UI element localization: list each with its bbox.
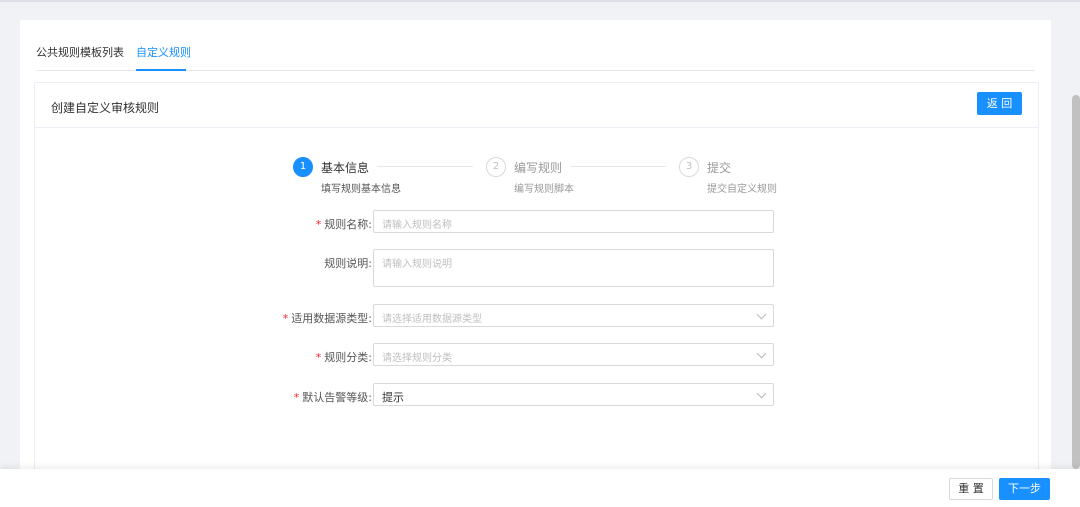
window-top-border (0, 0, 1080, 2)
tab-bar: 公共规则模板列表 自定义规则 (36, 44, 1035, 71)
required-mark: * (282, 312, 289, 325)
required-mark: * (315, 351, 322, 364)
alert-level-label: * 默认告警等级: (293, 391, 372, 404)
next-step-button[interactable]: 下一步 (999, 478, 1050, 500)
reset-button[interactable]: 重 置 (949, 478, 993, 500)
alert-level-value: 提示 (382, 391, 404, 404)
step-connector-2 (570, 166, 666, 167)
rule-desc-label: 规则说明: (324, 257, 372, 270)
required-mark: * (315, 218, 322, 231)
step-1-number: 1 (293, 157, 313, 177)
rule-desc-placeholder: 请输入规则说明 (382, 259, 452, 270)
active-tab-indicator (136, 69, 186, 71)
main-panel: 公共规则模板列表 自定义规则 创建自定义审核规则 返 回 1 基本信息 填写规则… (20, 20, 1051, 494)
step-connector-1 (377, 166, 473, 167)
rule-category-select[interactable]: 请选择规则分类 (373, 343, 774, 366)
step-2-desc: 编写规则脚本 (514, 184, 574, 195)
step-3-title: 提交 (707, 161, 732, 175)
rule-name-input[interactable]: 请输入规则名称 (373, 210, 774, 233)
rule-name-placeholder: 请输入规则名称 (382, 220, 452, 231)
rule-desc-textarea[interactable]: 请输入规则说明 (373, 249, 774, 287)
rule-name-label: * 规则名称: (315, 218, 372, 231)
create-rule-card: 创建自定义审核规则 返 回 1 基本信息 填写规则基本信息 2 编写规则 编写规… (34, 82, 1039, 494)
datasource-type-label: * 适用数据源类型: (282, 312, 372, 325)
rule-category-placeholder: 请选择规则分类 (382, 353, 452, 364)
card-title: 创建自定义审核规则 (51, 101, 160, 115)
datasource-type-placeholder: 请选择适用数据源类型 (382, 314, 482, 325)
step-2-number: 2 (486, 157, 506, 177)
step-1-title: 基本信息 (321, 161, 370, 175)
rule-category-label: * 规则分类: (315, 351, 372, 364)
chevron-down-icon (756, 388, 767, 399)
chevron-down-icon (756, 309, 767, 320)
chevron-down-icon (756, 348, 767, 359)
step-3-number: 3 (679, 157, 699, 177)
page-scrollbar[interactable] (1072, 95, 1080, 469)
alert-level-select[interactable]: 提示 (373, 383, 774, 406)
required-mark: * (293, 391, 300, 404)
datasource-type-select[interactable]: 请选择适用数据源类型 (373, 304, 774, 327)
tab-public-templates[interactable]: 公共规则模板列表 (36, 44, 124, 60)
footer-bar: 重 置 下一步 (0, 469, 1080, 507)
step-3-desc: 提交自定义规则 (707, 184, 777, 195)
back-button[interactable]: 返 回 (977, 92, 1022, 115)
step-2-title: 编写规则 (514, 161, 563, 175)
step-1-desc: 填写规则基本信息 (321, 184, 401, 195)
tab-custom-rules[interactable]: 自定义规则 (136, 44, 191, 60)
card-header: 创建自定义审核规则 返 回 (35, 83, 1038, 128)
